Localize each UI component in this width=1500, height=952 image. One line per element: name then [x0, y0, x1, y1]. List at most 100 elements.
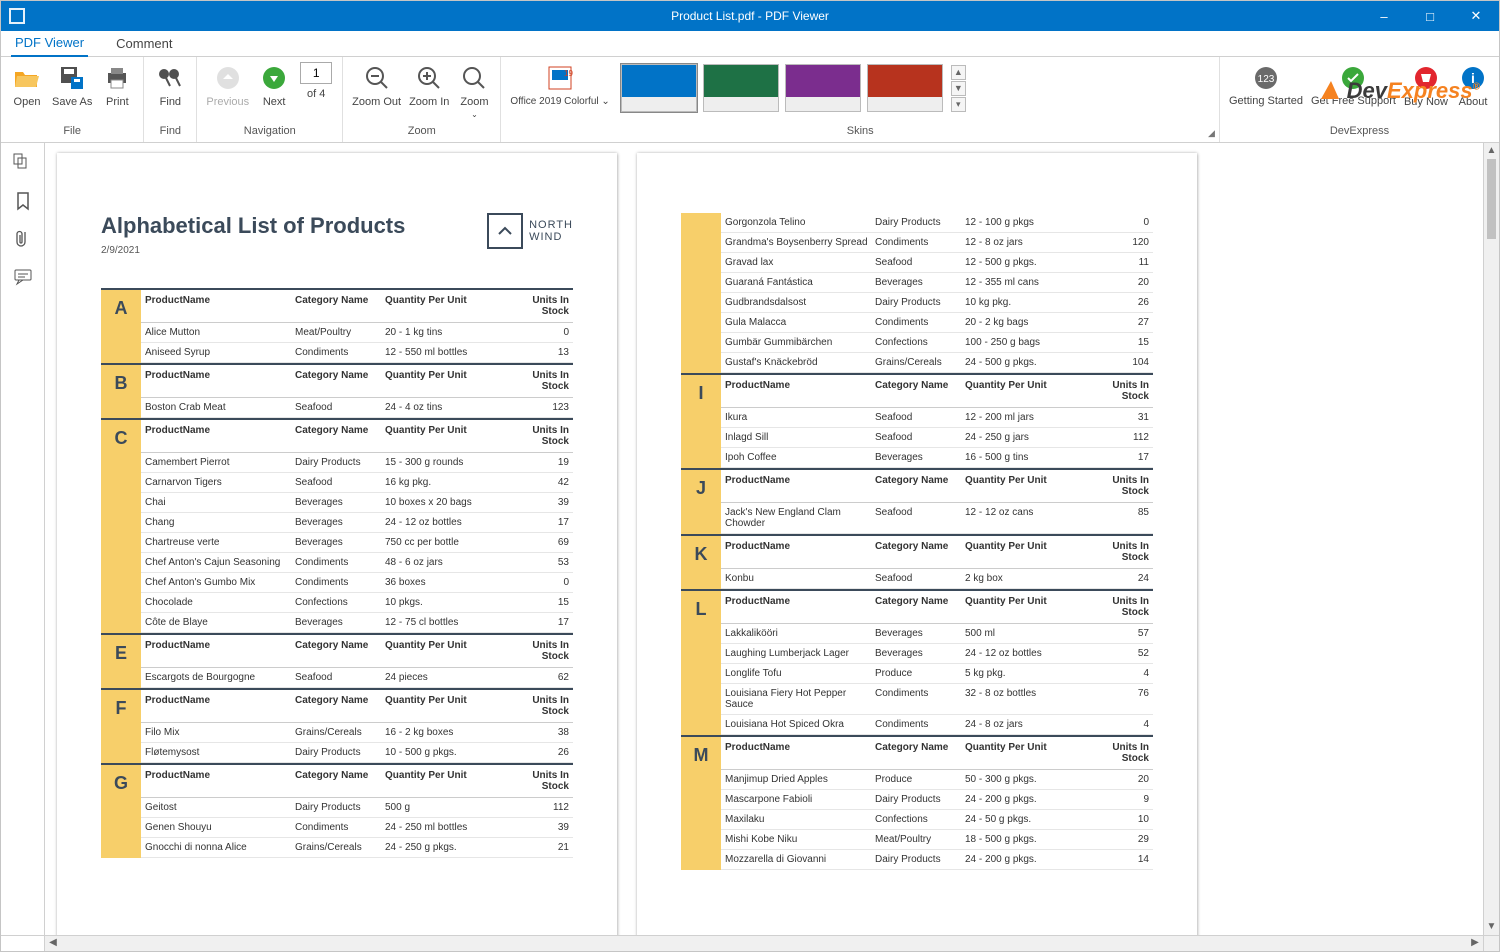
- letter-group: L ProductNameCategory NameQuantity Per U…: [681, 589, 1153, 735]
- doc-title: Alphabetical List of Products: [101, 213, 405, 239]
- zoomout-button[interactable]: Zoom Out: [349, 60, 404, 110]
- sidebar: [1, 143, 45, 935]
- letter-group: C ProductNameCategory NameQuantity Per U…: [101, 418, 573, 633]
- page-number: of 4: [296, 60, 336, 102]
- skin-green[interactable]: [703, 64, 779, 112]
- app-icon: [3, 2, 31, 30]
- skins-launcher-icon[interactable]: ◢: [1208, 126, 1215, 140]
- table-row: Carnarvon TigersSeafood16 kg pkg.42: [141, 473, 573, 493]
- table-row: GudbrandsdalsostDairy Products10 kg pkg.…: [721, 293, 1153, 313]
- scroll-right-icon[interactable]: ▶: [1467, 936, 1483, 951]
- letter-box: E: [101, 635, 141, 688]
- table-row: ChangBeverages24 - 12 oz bottles17: [141, 513, 573, 533]
- table-row: Mishi Kobe NikuMeat/Poultry18 - 500 g pk…: [721, 830, 1153, 850]
- zoomin-button[interactable]: Zoom In: [406, 60, 452, 110]
- group-skins: Skins◢: [507, 124, 1213, 142]
- table-row: Laughing Lumberjack LagerBeverages24 - 1…: [721, 644, 1153, 664]
- letter-box: J: [681, 470, 721, 534]
- letter-box: B: [101, 365, 141, 418]
- table-row: Louisiana Fiery Hot Pepper SauceCondimen…: [721, 684, 1153, 715]
- saveas-button[interactable]: Save As: [49, 60, 95, 110]
- skin-scroll-down[interactable]: ▼: [951, 81, 966, 96]
- letter-box: A: [101, 290, 141, 363]
- letter-box: F: [101, 690, 141, 763]
- doc-date: 2/9/2021: [101, 245, 405, 256]
- pdf-page-2: Gorgonzola TelinoDairy Products12 - 100 …: [637, 153, 1197, 935]
- skin-scroll-up[interactable]: ▲: [951, 65, 966, 80]
- table-row: Gustaf's KnäckebrödGrains/Cereals24 - 50…: [721, 353, 1153, 373]
- getting-started-button[interactable]: 123Getting Started: [1226, 60, 1306, 109]
- window-title: Product List.pdf - PDF Viewer: [671, 9, 829, 23]
- group-navigation: Navigation: [203, 124, 336, 142]
- skin-red[interactable]: [867, 64, 943, 112]
- table-row: FløtemysostDairy Products10 - 500 g pkgs…: [141, 743, 573, 763]
- table-row: Mascarpone FabioliDairy Products24 - 200…: [721, 790, 1153, 810]
- scroll-up-icon[interactable]: ▲: [1484, 143, 1499, 159]
- maximize-button[interactable]: □: [1407, 1, 1453, 31]
- scroll-thumb[interactable]: [1487, 159, 1496, 239]
- table-row: GeitostDairy Products500 g112: [141, 798, 573, 818]
- table-row: Jack's New England Clam ChowderSeafood12…: [721, 503, 1153, 534]
- thumbnails-icon[interactable]: [13, 153, 33, 173]
- group-file: File: [7, 124, 137, 142]
- table-row: Côte de BlayeBeverages12 - 75 cl bottles…: [141, 613, 573, 633]
- comments-icon[interactable]: [13, 267, 33, 287]
- scroll-down-icon[interactable]: ▼: [1484, 919, 1499, 935]
- table-row: Camembert PierrotDairy Products15 - 300 …: [141, 453, 573, 473]
- skin-gallery-expand[interactable]: ▾: [951, 97, 966, 112]
- table-row: Chef Anton's Gumbo MixCondiments36 boxes…: [141, 573, 573, 593]
- close-button[interactable]: ✕: [1453, 1, 1499, 31]
- theme-dropdown[interactable]: 19Office 2019 Colorful ⌄: [507, 60, 612, 109]
- table-row: Chef Anton's Cajun SeasoningCondiments48…: [141, 553, 573, 573]
- minimize-button[interactable]: ‒: [1361, 1, 1407, 31]
- letter-box: G: [101, 765, 141, 858]
- zoom-button[interactable]: Zoom⌄: [454, 60, 494, 121]
- letter-box: [681, 213, 721, 373]
- table-row: Alice MuttonMeat/Poultry20 - 1 kg tins0: [141, 323, 573, 343]
- table-row: Genen ShouyuCondiments24 - 250 ml bottle…: [141, 818, 573, 838]
- open-button[interactable]: Open: [7, 60, 47, 110]
- skin-purple[interactable]: [785, 64, 861, 112]
- table-row: IkuraSeafood12 - 200 ml jars31: [721, 408, 1153, 428]
- group-zoom: Zoom: [349, 124, 494, 142]
- next-button[interactable]: Next: [254, 60, 294, 110]
- attachments-icon[interactable]: [13, 229, 33, 249]
- letter-box: K: [681, 536, 721, 589]
- ribbon-tabs: PDF Viewer Comment: [1, 31, 1499, 57]
- table-row: ChocoladeConfections10 pkgs.15: [141, 593, 573, 613]
- table-row: Chartreuse verteBeverages750 cc per bott…: [141, 533, 573, 553]
- table-row: Louisiana Hot Spiced OkraCondiments24 - …: [721, 715, 1153, 735]
- letter-group: B ProductNameCategory NameQuantity Per U…: [101, 363, 573, 418]
- skin-blue[interactable]: [621, 64, 697, 112]
- letter-group: I ProductNameCategory NameQuantity Per U…: [681, 373, 1153, 468]
- tab-comment[interactable]: Comment: [112, 32, 176, 56]
- letter-group: E ProductNameCategory NameQuantity Per U…: [101, 633, 573, 688]
- titlebar: Product List.pdf - PDF Viewer ‒ □ ✕: [1, 1, 1499, 31]
- ribbon: Open Save As Print File Find Find Previo…: [1, 57, 1499, 143]
- table-row: Gula MalaccaCondiments20 - 2 kg bags27: [721, 313, 1153, 333]
- print-button[interactable]: Print: [97, 60, 137, 110]
- document-area[interactable]: Alphabetical List of Products 2/9/2021 N…: [45, 143, 1483, 935]
- letter-group: Gorgonzola TelinoDairy Products12 - 100 …: [681, 213, 1153, 373]
- letter-group: G ProductNameCategory NameQuantity Per U…: [101, 763, 573, 858]
- table-row: Ipoh CoffeeBeverages16 - 500 g tins17: [721, 448, 1153, 468]
- table-row: Inlagd SillSeafood24 - 250 g jars112: [721, 428, 1153, 448]
- table-row: Guaraná FantásticaBeverages12 - 355 ml c…: [721, 273, 1153, 293]
- group-devexpress: DevExpress: [1226, 124, 1493, 142]
- horizontal-scrollbar[interactable]: ◀ ▶: [45, 935, 1483, 951]
- letter-group: J ProductNameCategory NameQuantity Per U…: [681, 468, 1153, 534]
- previous-button[interactable]: Previous: [203, 60, 252, 110]
- table-row: MaxilakuConfections24 - 50 g pkgs.10: [721, 810, 1153, 830]
- bookmarks-icon[interactable]: [13, 191, 33, 211]
- tab-pdf-viewer[interactable]: PDF Viewer: [11, 31, 88, 57]
- table-row: Gnocchi di nonna AliceGrains/Cereals24 -…: [141, 838, 573, 858]
- scroll-left-icon[interactable]: ◀: [45, 936, 61, 951]
- vertical-scrollbar[interactable]: ▲ ▼: [1483, 143, 1499, 935]
- devexpress-logo: DevExpress®: [1319, 78, 1480, 104]
- letter-box: M: [681, 737, 721, 870]
- letter-box: L: [681, 591, 721, 735]
- svg-text:123: 123: [1258, 74, 1275, 85]
- table-row: LakkalikööriBeverages500 ml57: [721, 624, 1153, 644]
- page-input[interactable]: [300, 62, 332, 84]
- find-button[interactable]: Find: [150, 60, 190, 110]
